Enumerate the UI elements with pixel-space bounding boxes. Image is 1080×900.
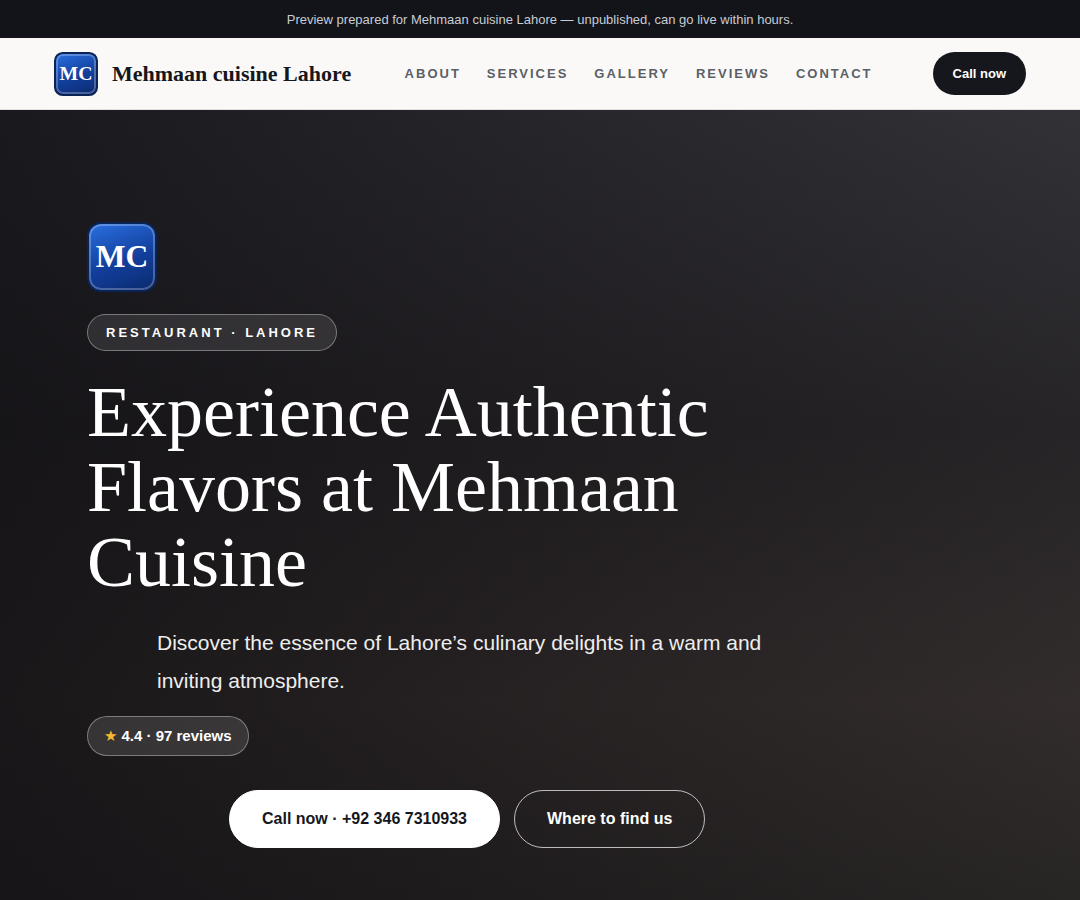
hero-subtitle: Discover the essence of Lahore’s culinar…	[157, 624, 777, 700]
brand[interactable]: MC Mehmaan cuisine Lahore	[54, 52, 351, 96]
nav-link[interactable]: CONTACT	[796, 66, 873, 81]
rating-badge: ★4.4 · 97 reviews	[87, 716, 249, 756]
brand-name: Mehmaan cuisine Lahore	[112, 61, 351, 87]
category-badge: RESTAURANT · LAHORE	[87, 314, 337, 351]
nav-link[interactable]: SERVICES	[487, 66, 569, 81]
hero-logo: MC	[87, 222, 157, 292]
page: Preview prepared for Mehmaan cuisine Lah…	[0, 0, 1080, 900]
directions-button[interactable]: Where to find us	[514, 790, 705, 848]
nav-links: ABOUT SERVICES GALLERY REVIEWS CONTACT	[405, 66, 873, 81]
nav-link[interactable]: GALLERY	[594, 66, 670, 81]
star-icon: ★	[104, 727, 117, 745]
hero-title: Experience Authentic Flavors at Mehmaan …	[87, 375, 727, 600]
nav-link[interactable]: ABOUT	[405, 66, 461, 81]
nav-link[interactable]: REVIEWS	[696, 66, 770, 81]
navbar: MC Mehmaan cuisine Lahore ABOUT SERVICES GAL…	[0, 38, 1080, 110]
logo: MC	[54, 52, 98, 96]
call-now-button[interactable]: Call now · +92 346 7310933	[229, 790, 500, 848]
preview-banner: Preview prepared for Mehmaan cuisine Lah…	[0, 0, 1080, 38]
call-button[interactable]: Call now	[933, 52, 1026, 95]
hero-buttons: Call now · +92 346 7310933Where to find …	[229, 790, 705, 848]
hero: MC RESTAURANT · LAHORE Experience Authenti…	[0, 110, 1080, 900]
